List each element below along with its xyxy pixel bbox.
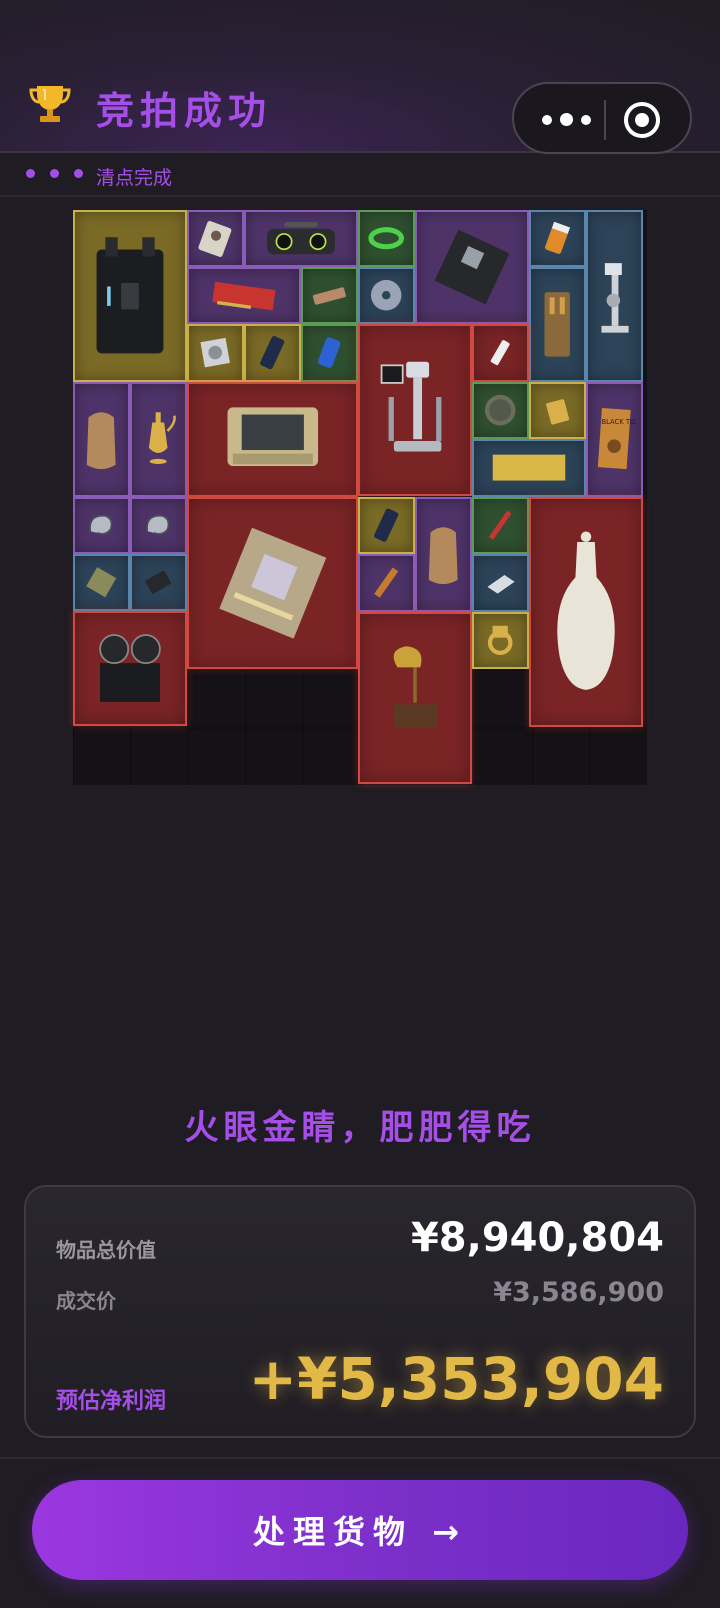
status-text: 清点完成 — [96, 167, 173, 189]
loot-item-id-card[interactable] — [187, 210, 244, 267]
loot-item-processor-module[interactable] — [187, 497, 358, 669]
total-value-label: 物品总价值 — [56, 1238, 156, 1262]
loot-grid: BLACK TIDE — [73, 210, 647, 785]
page-title: 竞拍成功 — [96, 89, 273, 133]
target-circle-icon[interactable] — [622, 100, 662, 140]
loot-item-sack-2[interactable] — [415, 497, 472, 612]
capsule-divider — [604, 100, 606, 140]
total-value: ¥8,940,804 — [410, 1215, 664, 1261]
loot-item-gramophone[interactable] — [358, 612, 472, 784]
loot-item-usb-stick[interactable] — [472, 324, 529, 382]
mini-program-capsule — [512, 82, 692, 154]
loot-item-phone[interactable] — [244, 324, 301, 382]
bottom-divider — [0, 1457, 720, 1459]
loot-item-ammo-box[interactable] — [529, 267, 586, 382]
trophy-icon — [27, 80, 73, 126]
loot-item-power-bank[interactable] — [130, 554, 187, 611]
loot-item-gold-ring[interactable] — [472, 612, 529, 669]
loot-item-motherboard[interactable] — [415, 210, 529, 324]
loot-item-disc[interactable] — [358, 267, 415, 324]
loot-item-snack-bar[interactable] — [301, 267, 358, 324]
loot-item-book[interactable]: BLACK TIDE — [586, 382, 643, 497]
loot-item-screwdriver[interactable] — [472, 497, 529, 554]
deal-price-label: 成交价 — [56, 1289, 116, 1313]
profit-value: +¥5,353,904 — [248, 1345, 664, 1413]
loot-item-gold-teapot[interactable] — [130, 382, 187, 497]
loot-item-hard-case[interactable] — [73, 210, 187, 382]
profit-summary-panel: 物品总价值 ¥8,940,804 成交价 ¥3,586,900 预估净利润 +¥… — [24, 1185, 696, 1438]
deal-price: ¥3,586,900 — [493, 1277, 664, 1308]
loot-item-pill-bottle[interactable] — [529, 210, 586, 267]
loot-item-graphics-card[interactable] — [187, 267, 301, 324]
loot-item-soda-can[interactable] — [301, 324, 358, 382]
book-title: BLACK TIDE — [602, 418, 636, 426]
status-bar: 清点完成 — [0, 155, 720, 197]
loot-item-gold-bar[interactable] — [472, 439, 586, 497]
loot-item-coin[interactable] — [472, 382, 529, 439]
loot-item-earbud-left[interactable] — [73, 497, 130, 554]
loot-item-earbud-right[interactable] — [130, 497, 187, 554]
loot-item-reel-recorder[interactable] — [73, 611, 187, 726]
loot-item-microscope[interactable] — [586, 210, 643, 382]
loot-item-sack[interactable] — [73, 382, 130, 497]
loot-item-bandage[interactable] — [73, 554, 130, 611]
loot-item-cable-coil[interactable] — [358, 210, 415, 267]
loot-item-silver-ingot[interactable] — [472, 554, 529, 612]
loot-item-porcelain-vase[interactable] — [529, 497, 643, 727]
slogan-text: 火眼金睛，肥肥得吃 — [184, 1108, 536, 1148]
progress-dot — [74, 169, 83, 178]
loot-item-phone-2[interactable] — [358, 497, 415, 554]
top-header: 竞拍成功 — [0, 0, 720, 154]
profit-label: 预估净利润 — [56, 1389, 167, 1414]
loot-item-rugged-terminal[interactable] — [187, 382, 358, 497]
progress-dot — [26, 169, 35, 178]
loot-item-robot-arm[interactable] — [358, 324, 472, 496]
loot-item-boombox[interactable] — [244, 210, 358, 267]
more-dots-icon[interactable] — [538, 106, 598, 134]
loot-item-hard-drive[interactable] — [187, 324, 244, 382]
loot-item-lighter[interactable] — [529, 382, 586, 439]
process-goods-button[interactable]: 处理货物 → — [32, 1480, 688, 1580]
loot-item-flashlight[interactable] — [358, 554, 415, 612]
progress-dot — [50, 169, 59, 178]
